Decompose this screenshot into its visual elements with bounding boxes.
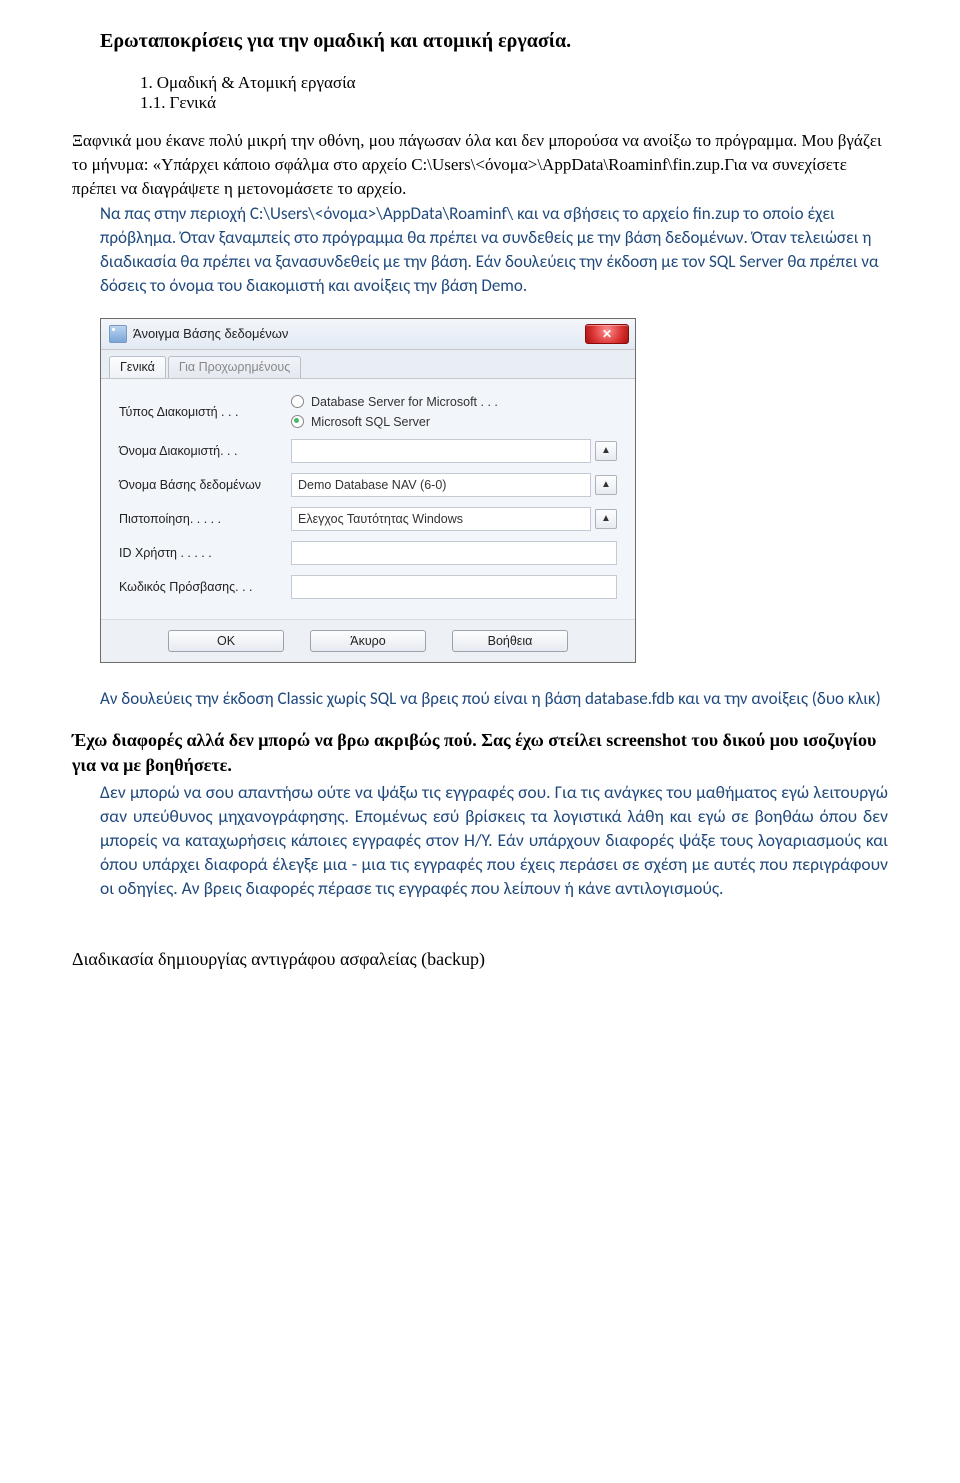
section-number-2: 1.1. [140,93,166,112]
dialog-screenshot: Άνοιγμα Βάσης δεδομένων ✕ Γενικά Για Προ… [100,318,888,663]
dialog-footer: OK Άκυρο Βοήθεια [101,619,635,662]
dialog-body: Τύπος Διακομιστή . . . Database Server f… [101,379,635,619]
page-title: Ερωταποκρίσεις για την ομαδική και ατομι… [100,30,888,53]
label-server-name: Όνομα Διακομιστή. . . [119,444,291,458]
label-auth: Πιστοποίηση. . . . . [119,512,291,526]
server-name-arrow-icon[interactable]: ▲ [595,441,617,461]
dialog-icon [109,325,127,343]
auth-arrow-icon[interactable]: ▲ [595,509,617,529]
radio-db-server[interactable] [291,395,304,408]
label-password: Κωδικός Πρόσβασης. . . [119,580,291,594]
section-line-2: 1.1. Γενικά [72,93,888,113]
option-db-server: Database Server for Microsoft . . . [311,395,498,409]
ok-button[interactable]: OK [168,630,284,652]
dialog-title: Άνοιγμα Βάσης δεδομένων [133,326,288,341]
answer-1-blue: Να πας στην περιοχή C:\Users\<όνομα>\App… [100,202,888,297]
radio-sql-server[interactable] [291,415,304,428]
section-line-1: 1. Ομαδική & Ατομική εργασία [72,73,888,93]
db-name-input[interactable]: Demo Database NAV (6-0) [291,473,591,497]
classic-note: Αν δουλεύεις την έκδοση Classic χωρίς SQ… [100,687,888,711]
row-auth: Πιστοποίηση. . . . . Ελεγχος Ταυτότητας … [119,507,617,531]
section-title-2: Γενικά [170,93,217,112]
row-server-name: Όνομα Διακομιστή. . . ▲ [119,439,617,463]
tab-general[interactable]: Γενικά [109,356,166,378]
open-database-dialog: Άνοιγμα Βάσης δεδομένων ✕ Γενικά Για Προ… [100,318,636,663]
question-2: Έχω διαφορές αλλά δεν μπορώ να βρω ακριβ… [72,728,888,777]
row-password: Κωδικός Πρόσβασης. . . [119,575,617,599]
label-server-type: Τύπος Διακομιστή . . . [119,405,291,419]
section-title-1: Ομαδική & Ατομική εργασία [157,73,356,92]
db-name-arrow-icon[interactable]: ▲ [595,475,617,495]
question-1: Ξαφνικά μου έκανε πολύ μικρή την οθόνη, … [72,129,888,200]
row-user-id: ID Χρήστη . . . . . [119,541,617,565]
row-db-name: Όνομα Βάσης δεδομένων Demo Database NAV … [119,473,617,497]
auth-input[interactable]: Ελεγχος Ταυτότητας Windows [291,507,591,531]
password-input[interactable] [291,575,617,599]
user-id-input[interactable] [291,541,617,565]
help-button[interactable]: Βοήθεια [452,630,568,652]
backup-heading: Διαδικασία δημιουργίας αντιγράφου ασφαλε… [72,949,888,970]
answer-2: Δεν μπορώ να σου απαντήσω ούτε να ψάξω τ… [100,781,888,901]
label-user-id: ID Χρήστη . . . . . [119,546,291,560]
option-sql-server: Microsoft SQL Server [311,415,430,429]
cancel-button[interactable]: Άκυρο [310,630,426,652]
server-name-input[interactable] [291,439,591,463]
section-number-1: 1. [140,73,153,92]
dialog-titlebar: Άνοιγμα Βάσης δεδομένων ✕ [101,319,635,350]
dialog-tabs: Γενικά Για Προχωρημένους [101,350,635,379]
close-icon[interactable]: ✕ [585,324,629,344]
label-db-name: Όνομα Βάσης δεδομένων [119,478,291,492]
tab-advanced[interactable]: Για Προχωρημένους [168,356,301,378]
row-server-type: Τύπος Διακομιστή . . . Database Server f… [119,395,617,429]
